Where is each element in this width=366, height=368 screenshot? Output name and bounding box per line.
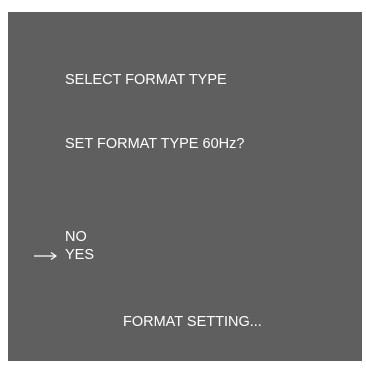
status-message: FORMAT SETTING... (123, 314, 262, 330)
option-yes: YES (65, 247, 95, 263)
option-no[interactable]: NO (65, 229, 87, 246)
format-question: SET FORMAT TYPE 60Hz? (65, 136, 245, 152)
option-yes-row[interactable]: YES (33, 247, 94, 264)
menu-title: SELECT FORMAT TYPE (65, 72, 227, 88)
right-arrow-icon (33, 247, 59, 264)
osd-menu-screen: SELECT FORMAT TYPE SET FORMAT TYPE 60Hz?… (8, 12, 362, 361)
